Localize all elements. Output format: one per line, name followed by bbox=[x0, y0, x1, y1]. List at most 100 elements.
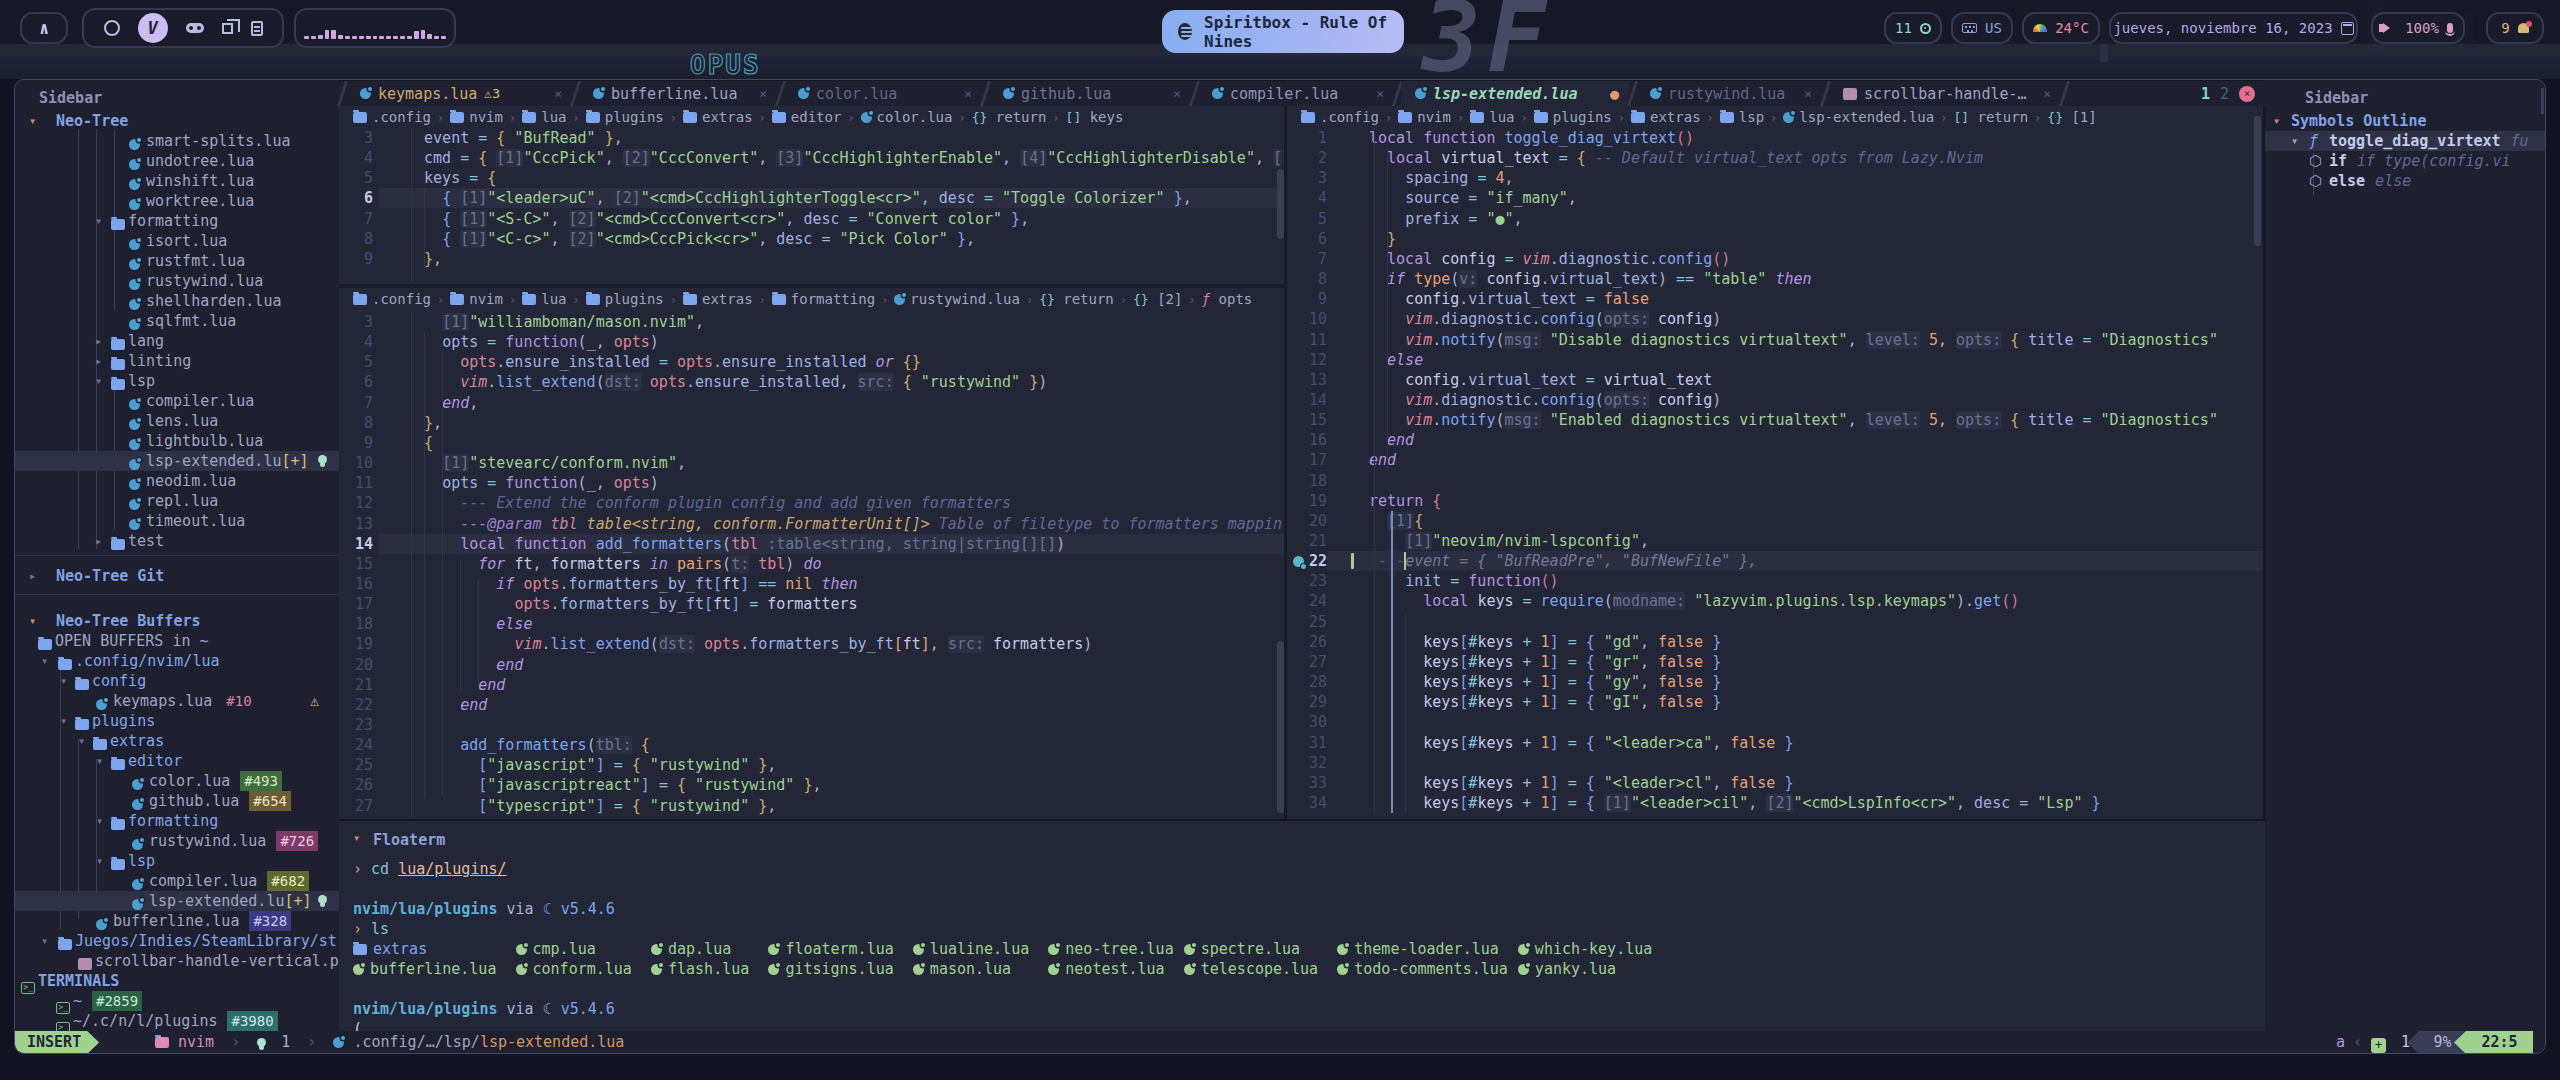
tab-close-icon[interactable]: × bbox=[1804, 86, 1812, 101]
neotree-section-neo-tree-git[interactable]: ▸Neo-Tree Git bbox=[15, 566, 339, 586]
terminal-line[interactable]: › ls bbox=[353, 919, 389, 939]
tree-item-test[interactable]: ▸test bbox=[15, 531, 339, 551]
code-line-25[interactable]: ["javascript"] = { "rustywind" }, bbox=[406, 755, 776, 775]
editor-pane-1[interactable]: .config›nvim›lua›plugins›extras›formatti… bbox=[339, 288, 1284, 819]
code-line-17[interactable]: opts.formatters_by_ft[ft] = formatters bbox=[406, 594, 858, 614]
outline-item-toggle_diag_virtext[interactable]: ▾ƒtoggle_diag_virtextfu bbox=[2265, 131, 2546, 151]
tree-item-shellharden-lua[interactable]: shellharden.lua bbox=[15, 291, 339, 311]
tab-close-icon[interactable]: × bbox=[554, 86, 562, 101]
vertical-split-divider[interactable] bbox=[1284, 106, 1286, 819]
tab-compiler-lua[interactable]: compiler.lua× bbox=[1198, 81, 1394, 106]
tree-item-rustywind-lua[interactable]: rustywind.lua bbox=[15, 271, 339, 291]
code-line-5[interactable]: opts.ensure_installed = opts.ensure_inst… bbox=[406, 352, 921, 372]
date-pill[interactable]: jueves, noviembre 16, 2023 bbox=[2109, 12, 2358, 44]
code-line-23[interactable]: init = function() bbox=[1369, 571, 1559, 591]
tree-item-extras[interactable]: ▾extras bbox=[15, 731, 339, 751]
tree-item-rustfmt-lua[interactable]: rustfmt.lua bbox=[15, 251, 339, 271]
code-line-4[interactable]: cmd = { [1]"CccPick", [2]"CccConvert", [… bbox=[406, 148, 1282, 168]
code-line-26[interactable]: keys[#keys + 1] = { "gd", false } bbox=[1369, 632, 1721, 652]
tree-item-lsp[interactable]: ▾lsp bbox=[15, 371, 339, 391]
tree-item-terminals[interactable]: >_TERMINALS bbox=[15, 971, 339, 991]
code-line-26[interactable]: ["javascriptreact"] = { "rustywind" }, bbox=[406, 775, 821, 795]
code-line-6[interactable]: vim.list_extend(dst: opts.ensure_install… bbox=[406, 372, 1047, 392]
code-line-10[interactable]: vim.diagnostic.config(opts: config) bbox=[1369, 309, 1721, 329]
tree-item-compiler-lua[interactable]: compiler.lua#682 bbox=[15, 871, 339, 891]
tree-item-compiler-lua[interactable]: compiler.lua bbox=[15, 391, 339, 411]
tree-item-formatting[interactable]: ▾formatting bbox=[15, 811, 339, 831]
symbols-outline-header[interactable]: ▾Symbols Outline bbox=[2265, 111, 2546, 131]
code-line-20[interactable]: [1]{ bbox=[1369, 511, 1423, 531]
tree-item-undotree-lua[interactable]: undotree.lua bbox=[15, 151, 339, 171]
code-line-11[interactable]: vim.notify(msg: "Disable diagnostics vir… bbox=[1369, 330, 2227, 350]
code-line-12[interactable]: --- Extend the conform plugin config and… bbox=[406, 493, 1011, 513]
code-line-28[interactable]: keys[#keys + 1] = { "gy", false } bbox=[1369, 672, 1721, 692]
code-line-21[interactable]: [1]"neovim/nvim-lspconfig", bbox=[1369, 531, 1649, 551]
tabpage-number[interactable]: 1 bbox=[2201, 85, 2210, 103]
outline-item-else[interactable]: ⬡elseelse bbox=[2265, 171, 2546, 191]
document-icon[interactable] bbox=[251, 21, 263, 36]
neovim-icon[interactable]: V bbox=[138, 13, 168, 43]
code-line-7[interactable]: local config = vim.diagnostic.config() bbox=[1369, 249, 1730, 269]
tree-item-color-lua[interactable]: color.lua#493 bbox=[15, 771, 339, 791]
scrollbar[interactable] bbox=[1277, 641, 1284, 813]
tree-item-plugins[interactable]: ▾plugins bbox=[15, 711, 339, 731]
tree-item-rustywind-lua[interactable]: rustywind.lua#726 bbox=[15, 831, 339, 851]
tab-close-icon[interactable]: × bbox=[2043, 86, 2051, 101]
tree-item-lsp-extended-lu[interactable]: lsp-extended.lu [+] bbox=[15, 891, 339, 911]
tree-item-repl-lua[interactable]: repl.lua bbox=[15, 491, 339, 511]
code-line-11[interactable]: opts = function(_, opts) bbox=[406, 473, 659, 493]
tab-keymaps-lua[interactable]: keymaps.lua⚠3× bbox=[346, 81, 572, 106]
statusline-tabs[interactable]: + 1 bbox=[2371, 1031, 2410, 1054]
tree-item-linting[interactable]: ▸linting bbox=[15, 351, 339, 371]
code-line-24[interactable]: local keys = require(modname: "lazyvim.p… bbox=[1369, 591, 2019, 611]
tree-item-sqlfmt-lua[interactable]: sqlfmt.lua bbox=[15, 311, 339, 331]
terminal-line[interactable]: nvim/lua/plugins via ☾ v5.4.6 bbox=[353, 899, 615, 919]
tab-close-icon[interactable]: × bbox=[964, 86, 972, 101]
code-line-3[interactable]: spacing = 4, bbox=[1369, 168, 1514, 188]
tree-item-keymaps-lua[interactable]: keymaps.lua#10⚠ bbox=[15, 691, 339, 711]
neotree-section-neo-tree-buffers[interactable]: ▾Neo-Tree Buffers bbox=[15, 611, 339, 631]
tab-close-icon[interactable]: × bbox=[1173, 86, 1181, 101]
tree-item-scrollbar-handle-vertical-p[interactable]: scrollbar-handle-vertical.p bbox=[15, 951, 339, 971]
tree-item-github-lua[interactable]: github.lua#654 bbox=[15, 791, 339, 811]
firefox-icon[interactable] bbox=[104, 20, 120, 36]
code-line-3[interactable]: event = { "BufRead" }, bbox=[406, 128, 623, 148]
terminal-line[interactable]: extrascmp.luadap.luafloaterm.lualualine.… bbox=[339, 939, 2265, 959]
code-line-6[interactable]: { [1]"<leader>uC", [2]"<cmd>CccHighlight… bbox=[406, 188, 1192, 208]
terminal-line[interactable]: › cd lua/plugins/ bbox=[353, 859, 507, 879]
tree-item-worktree-lua[interactable]: worktree.lua bbox=[15, 191, 339, 211]
code-line-27[interactable]: keys[#keys + 1] = { "gr", false } bbox=[1369, 652, 1721, 672]
code-line-13[interactable]: config.virtual_text = virtual_text bbox=[1369, 370, 1712, 390]
tree-item-smart-splits-lua[interactable]: smart-splits.lua bbox=[15, 131, 339, 151]
code-line-12[interactable]: else bbox=[1369, 350, 1423, 370]
tree-item-open-buffers-in-[interactable]: OPEN BUFFERS in ~ bbox=[15, 631, 339, 651]
tabpage-number[interactable]: 2 bbox=[2220, 85, 2229, 103]
floaterm-chevron-icon[interactable]: ▾ bbox=[353, 831, 360, 845]
code-line-4[interactable]: opts = function(_, opts) bbox=[406, 332, 659, 352]
code-line-29[interactable]: keys[#keys + 1] = { "gI", false } bbox=[1369, 692, 1721, 712]
horizontal-split-divider[interactable] bbox=[339, 284, 1284, 288]
notifications-pill[interactable]: 9 bbox=[2486, 12, 2544, 44]
code-line-1[interactable]: local function toggle_diag_virtext() bbox=[1369, 128, 1694, 148]
editor-pane-2[interactable]: .config›nvim›lua›plugins›extras›lsp›lsp-… bbox=[1287, 106, 2263, 819]
code-line-22[interactable]: end bbox=[406, 695, 487, 715]
launcher-button[interactable]: ∧ bbox=[20, 12, 68, 44]
code-line-16[interactable]: if opts.formatters_by_ft[ft] == nil then bbox=[406, 574, 858, 594]
tab-close-icon[interactable]: × bbox=[1376, 86, 1384, 101]
code-line-5[interactable]: keys = { bbox=[406, 168, 496, 188]
terminal-line[interactable]: bufferline.luaconform.luaflash.luagitsig… bbox=[339, 959, 2265, 979]
outline-item-if[interactable]: ⬡ifif type(config.vi bbox=[2265, 151, 2546, 171]
tree-item-lang[interactable]: ▸lang bbox=[15, 331, 339, 351]
tree-item-lightbulb-lua[interactable]: lightbulb.lua bbox=[15, 431, 339, 451]
code-line-3[interactable]: [1]"williamboman/mason.nvim", bbox=[406, 312, 704, 332]
tree-item-lsp-extended-lu[interactable]: lsp-extended.lu[+] bbox=[15, 451, 339, 471]
code-line-7[interactable]: { [1]"<S-C>", [2]"<cmd>CccConvert<cr>", … bbox=[406, 209, 1029, 229]
code-line-8[interactable]: { [1]"<C-c>", [2]"<cmd>CccPick<cr>", des… bbox=[406, 229, 975, 249]
volume-pill[interactable]: 100% bbox=[2371, 12, 2465, 44]
code-line-14[interactable]: vim.diagnostic.config(opts: config) bbox=[1369, 390, 1721, 410]
code-line-31[interactable]: keys[#keys + 1] = { "<leader>ca", false … bbox=[1369, 733, 1793, 753]
code-line-9[interactable]: config.virtual_text = false bbox=[1369, 289, 1649, 309]
tree-item-bufferline-lua[interactable]: bufferline.lua#328 bbox=[15, 911, 339, 931]
neotree-section-neo-tree[interactable]: ▾Neo-Tree bbox=[15, 111, 339, 131]
tree-item--config-nvim-lua[interactable]: ▾.config/nvim/lua bbox=[15, 651, 339, 671]
